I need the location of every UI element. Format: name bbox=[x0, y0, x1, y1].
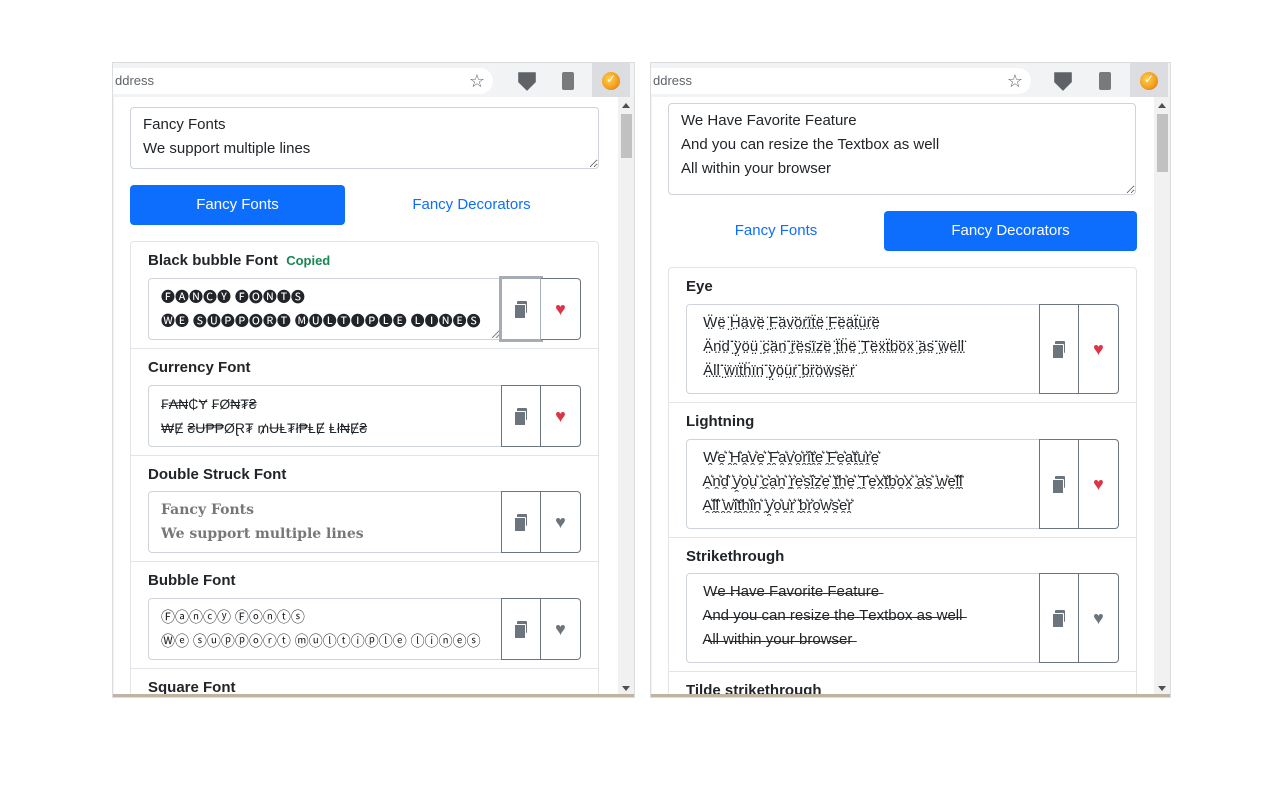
heart-icon: ♥ bbox=[555, 299, 566, 319]
fancy-fonts-extension-icon bbox=[1140, 72, 1158, 90]
favorite-button[interactable]: ♥ bbox=[1079, 573, 1119, 663]
browser-window-left: ddress ☆ Fancy Fonts We support multiple… bbox=[112, 62, 635, 698]
window-bottom-edge bbox=[651, 694, 1170, 697]
font-item-title: Black bubble Font Copied bbox=[148, 252, 330, 269]
copy-button[interactable] bbox=[501, 491, 541, 553]
ublock-icon[interactable] bbox=[1054, 72, 1072, 91]
decorator-name: Lightning bbox=[686, 413, 755, 430]
favorite-button[interactable]: ♥ bbox=[541, 598, 581, 660]
copy-icon bbox=[514, 621, 528, 639]
fancy-fonts-extension-button[interactable] bbox=[592, 63, 630, 97]
font-item: Currency Font ₣₳₦₵Ɏ ₣Ø₦₮₴ ₩Ɇ ₴Ʉ₱₱ØⱤ₮ ₥ɄⱠ… bbox=[131, 349, 598, 456]
tab-fancy-fonts[interactable]: Fancy Fonts bbox=[668, 211, 884, 251]
copy-button[interactable] bbox=[1039, 304, 1079, 394]
favorite-button[interactable]: ♥ bbox=[1079, 304, 1119, 394]
main-text-input[interactable]: We Have Favorite Feature And you can res… bbox=[668, 103, 1136, 195]
browser-toolbar: ddress ☆ bbox=[113, 63, 634, 97]
door-extension-icon[interactable] bbox=[562, 72, 574, 90]
bookmark-star-icon[interactable]: ☆ bbox=[465, 69, 489, 93]
font-item: Black bubble Font Copied 🅕🅐🅝🅒🅨 🅕🅞🅝🅣🅢 🅦🅔 … bbox=[131, 242, 598, 349]
heart-icon: ♥ bbox=[1093, 608, 1104, 628]
scroll-down-arrow-icon[interactable] bbox=[622, 686, 630, 691]
decorator-item: Lightning W̯͛e̯͛ ̯͛H̯͛a̯͛v̯͛e̯͛ ̯͛F̯͛a̯͛… bbox=[669, 403, 1136, 538]
tab-fancy-decorators[interactable]: Fancy Decorators bbox=[354, 185, 589, 225]
font-item: Double Struck Font Fancy Fonts We suppor… bbox=[131, 456, 598, 562]
font-output-textarea[interactable]: 🅕🅐🅝🅒🅨 🅕🅞🅝🅣🅢 🅦🅔 🅢🅤🅟🅟🅞🅡🅣 🅜🅤🅛🅣🅘🅟🅛🅔 🅛🅘🅝🅔🅢 bbox=[148, 278, 502, 340]
copy-icon bbox=[1052, 476, 1066, 494]
browser-toolbar: ddress ☆ bbox=[651, 63, 1170, 97]
bookmark-star-icon[interactable]: ☆ bbox=[1003, 69, 1027, 93]
door-extension-icon[interactable] bbox=[1099, 72, 1111, 90]
heart-icon: ♥ bbox=[555, 406, 566, 426]
font-name: Black bubble Font bbox=[148, 252, 279, 269]
copy-button[interactable] bbox=[501, 385, 541, 447]
heart-icon: ♥ bbox=[1093, 339, 1104, 359]
copy-icon bbox=[514, 301, 528, 319]
font-item: Bubble Font Ⓕⓐⓝⓒⓨ Ⓕⓞⓝⓣⓢ Ⓦⓔ ⓢⓤⓟⓟⓞⓡⓣ ⓜⓤⓛⓣⓘ… bbox=[131, 562, 598, 669]
tab-fancy-decorators[interactable]: Fancy Decorators bbox=[884, 211, 1137, 251]
fancy-fonts-extension-button[interactable] bbox=[1130, 63, 1168, 97]
copy-button[interactable] bbox=[1039, 439, 1079, 529]
font-item: Square Font bbox=[131, 669, 598, 697]
decorator-output-textarea[interactable]: W̶e̶ ̶H̶a̶v̶e̶ ̶F̶a̶v̶o̶r̶i̶t̶e̶ ̶F̶e̶a̶… bbox=[686, 573, 1040, 663]
decorator-name: Strikethrough bbox=[686, 548, 785, 565]
font-output-textarea[interactable]: ₣₳₦₵Ɏ ₣Ø₦₮₴ ₩Ɇ ₴Ʉ₱₱ØⱤ₮ ₥ɄⱠ₮ł₱ⱠɆ Ⱡł₦Ɇ₴ bbox=[148, 385, 502, 447]
favorite-button[interactable]: ♥ bbox=[541, 491, 581, 553]
copy-button[interactable] bbox=[499, 276, 543, 342]
decorator-name: Eye bbox=[686, 278, 713, 295]
heart-icon: ♥ bbox=[555, 512, 566, 532]
font-name: Bubble Font bbox=[148, 572, 236, 589]
tab-fancy-fonts[interactable]: Fancy Fonts bbox=[130, 185, 345, 225]
browser-window-right: ddress ☆ We Have Favorite Feature And yo… bbox=[650, 62, 1171, 698]
window-bottom-edge bbox=[113, 694, 634, 697]
fancy-fonts-extension-icon bbox=[602, 72, 620, 90]
decorator-item: Strikethrough W̶e̶ ̶H̶a̶v̶e̶ ̶F̶a̶v̶o̶r̶… bbox=[669, 538, 1136, 672]
copy-icon bbox=[1052, 341, 1066, 359]
font-output-textarea[interactable]: Ⓕⓐⓝⓒⓨ Ⓕⓞⓝⓣⓢ Ⓦⓔ ⓢⓤⓟⓟⓞⓡⓣ ⓜⓤⓛⓣⓘⓟⓛⓔ ⓛⓘⓝⓔⓢ bbox=[148, 598, 502, 660]
scroll-thumb[interactable] bbox=[621, 114, 632, 158]
font-output-textarea[interactable]: Fancy Fonts We support multiple lines bbox=[148, 491, 502, 553]
popup-scrollbar[interactable] bbox=[618, 97, 634, 697]
popup-scrollbar[interactable] bbox=[1154, 97, 1170, 697]
font-name: Double Struck Font bbox=[148, 466, 287, 483]
extension-popup: Fancy Fonts We support multiple lines Fa… bbox=[114, 97, 618, 697]
scroll-up-arrow-icon[interactable] bbox=[622, 103, 630, 108]
extension-popup: We Have Favorite Feature And you can res… bbox=[652, 97, 1154, 697]
copy-icon bbox=[514, 514, 528, 532]
heart-icon: ♥ bbox=[555, 619, 566, 639]
scroll-down-arrow-icon[interactable] bbox=[1158, 686, 1166, 691]
copied-status-badge: Copied bbox=[286, 253, 331, 268]
font-name: Currency Font bbox=[148, 359, 251, 376]
ublock-icon[interactable] bbox=[518, 72, 536, 91]
copy-icon bbox=[514, 408, 528, 426]
favorite-button[interactable]: ♥ bbox=[541, 385, 581, 447]
scroll-thumb[interactable] bbox=[1157, 114, 1168, 172]
copy-button[interactable] bbox=[501, 598, 541, 660]
address-bar[interactable]: ddress bbox=[113, 68, 493, 94]
main-text-input[interactable]: Fancy Fonts We support multiple lines bbox=[130, 107, 599, 169]
decorator-output-textarea[interactable]: Ẅ̤ë̤ ̤̈Ḧ̤ä̤v̤̈ë̤ ̤̈F̤̈ä̤v̤̈ö̤r̤̈ï̤ẗ̤ë̤ ̤… bbox=[686, 304, 1040, 394]
address-bar[interactable]: ddress bbox=[651, 68, 1031, 94]
copy-button[interactable] bbox=[1039, 573, 1079, 663]
decorator-list-card: Eye Ẅ̤ë̤ ̤̈Ḧ̤ä̤v̤̈ë̤ ̤̈F̤̈ä̤v̤̈ö̤r̤̈ï̤ẗ̤… bbox=[668, 267, 1137, 697]
decorator-item: Eye Ẅ̤ë̤ ̤̈Ḧ̤ä̤v̤̈ë̤ ̤̈F̤̈ä̤v̤̈ö̤r̤̈ï̤ẗ̤… bbox=[669, 268, 1136, 403]
copy-icon bbox=[1052, 610, 1066, 628]
resize-grip-icon[interactable] bbox=[492, 330, 500, 338]
favorite-button[interactable]: ♥ bbox=[1079, 439, 1119, 529]
decorator-output-textarea[interactable]: W̯͛e̯͛ ̯͛H̯͛a̯͛v̯͛e̯͛ ̯͛F̯͛a̯͛v̯͛o̯͛r̯͛i… bbox=[686, 439, 1040, 529]
font-list-card: Black bubble Font Copied 🅕🅐🅝🅒🅨 🅕🅞🅝🅣🅢 🅦🅔 … bbox=[130, 241, 599, 697]
scroll-up-arrow-icon[interactable] bbox=[1158, 103, 1166, 108]
favorite-button[interactable]: ♥ bbox=[541, 278, 581, 340]
heart-icon: ♥ bbox=[1093, 474, 1104, 494]
